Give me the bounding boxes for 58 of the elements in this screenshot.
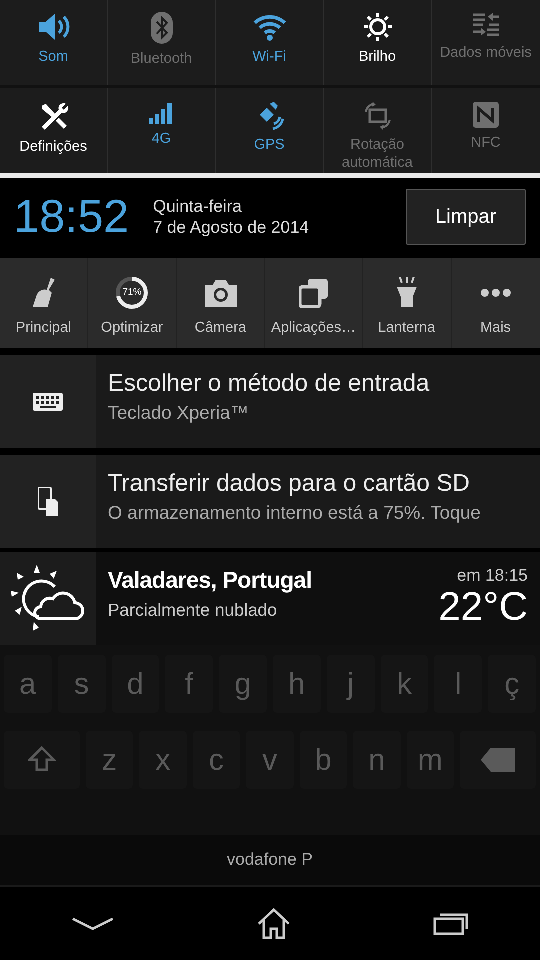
sun-icon [362,12,392,42]
rotate-icon [362,102,392,130]
speaker-icon [36,12,70,42]
keyboard-key: ç [488,655,536,713]
clear-button[interactable]: Limpar [406,188,526,244]
nfc-icon [473,102,499,128]
keyboard-key: v [246,731,294,789]
camera-icon [204,279,237,307]
keyboard-key: n [353,731,401,789]
percent-text: 71% [122,286,143,300]
bluetooth-icon [150,12,172,44]
keyboard-key: c [192,731,240,789]
shortcut-button[interactable]: Aplicações… [265,258,364,348]
data-transfer-icon [472,12,500,38]
keyboard-key: f [165,655,214,713]
phone-sd-card-icon [38,486,58,516]
shortcut-button[interactable]: 71% Optimizar [88,258,177,348]
date-text: 7 de Agosto de 2014 [153,216,310,238]
keyboard-key: a [4,655,52,713]
weekday-text: Quinta-feira [153,196,243,216]
keyboard-key: m [406,731,454,789]
chevron-down-icon [71,916,115,930]
weather-card[interactable]: Valadares, Portugal Parcialmente nublado em 18:15 22°C [0,552,540,645]
keyboard-key: g [219,655,267,713]
signal-bars-icon [148,102,174,124]
backspace-icon [481,748,516,772]
notification-text: O armazenamento interno está a 75%. Toque [108,501,481,525]
keyboard-icon [33,392,63,410]
keyboard-key: l [434,655,482,713]
more-dots-icon [480,288,512,298]
partly-cloudy-icon [9,564,87,632]
condition-text: Parcialmente nublado [108,599,278,622]
keyboard-key: h [272,655,321,713]
keyboard-key: j [326,655,375,713]
updated-time: em 18:15 [456,566,528,586]
shortcut-button[interactable]: Lanterna [363,258,452,348]
recent-apps-icon [433,912,469,936]
shortcut-button[interactable]: Câmera [176,258,266,348]
keyboard-key: k [380,655,428,713]
keyboard-key: d [112,655,160,713]
notification-title: Transferir dados para o cartão SD [108,469,471,499]
notification-card[interactable]: Transferir dados para o cartão SD O armazenamento interno está a 75%. Toque [0,455,540,548]
shortcut-button[interactable]: Principal [0,258,88,348]
shift-icon [28,746,56,774]
notification-card[interactable]: Escolher o método de entrada Teclado Xperia™ [0,355,540,448]
temperature-text: 22°C [438,586,528,628]
location-text: Valadares, Portugal [108,566,312,594]
keyboard-key: x [139,731,187,789]
keyboard-key: z [86,731,134,789]
notification-title: Escolher o método de entrada [108,369,430,399]
keyboard-key: s [58,655,106,713]
clock-time: 18:52 [14,189,130,244]
notification-text: Teclado Xperia™ [108,401,250,425]
home-icon [257,908,291,940]
carrier-name: vodafone P [226,849,313,872]
shortcut-button[interactable]: Mais [452,258,540,348]
overlapping-squares-icon [298,278,329,308]
keyboard-key: b [300,731,348,789]
